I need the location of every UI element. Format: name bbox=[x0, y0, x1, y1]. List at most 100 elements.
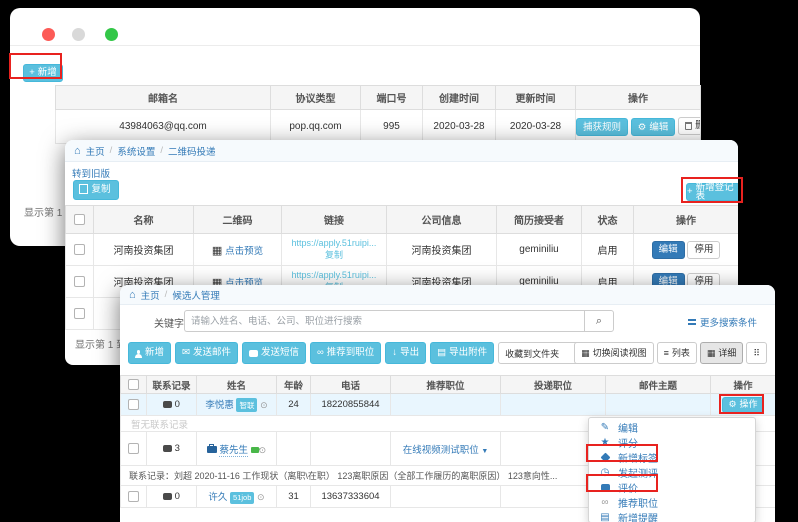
chat-bubble-icon bbox=[599, 484, 611, 491]
breadcrumb-home[interactable]: 主页 bbox=[86, 144, 105, 158]
select-all-checkbox[interactable] bbox=[128, 379, 139, 390]
created-cell: 2020-03-28 bbox=[423, 110, 496, 144]
more-search-conditions-link[interactable]: 更多搜索条件 bbox=[688, 315, 757, 329]
col-applied-job: 投递职位 bbox=[501, 376, 606, 394]
col-updated: 更新时间 bbox=[496, 86, 576, 110]
breadcrumb-system-settings[interactable]: 系统设置 bbox=[117, 144, 155, 158]
contact-count-cell[interactable]: 3 bbox=[147, 432, 197, 466]
menu-item-recommend-job[interactable]: ∞推荐职位 bbox=[589, 495, 755, 510]
add-candidate-button[interactable]: 新增 bbox=[128, 342, 171, 364]
col-created: 创建时间 bbox=[423, 86, 496, 110]
pencil-icon: ✎ bbox=[599, 422, 611, 433]
actions-cell: 捕获规则 ⚙编辑 删除 bbox=[576, 110, 701, 144]
search-button[interactable]: ⌕ bbox=[584, 310, 614, 332]
delete-mailbox-button[interactable]: 删除 bbox=[678, 117, 700, 135]
keyword-search-input[interactable] bbox=[184, 310, 584, 332]
chat-bubble-icon bbox=[163, 401, 172, 408]
menu-item-edit[interactable]: ✎编辑 bbox=[589, 420, 755, 435]
breadcrumb-candidates[interactable]: 候选人管理 bbox=[172, 288, 220, 302]
search-area: 关键字 ⌕ 更多搜索条件 bbox=[120, 307, 775, 337]
minimize-window-icon[interactable] bbox=[72, 28, 85, 41]
breadcrumb: ⌂ 主页 / 候选人管理 bbox=[120, 285, 775, 305]
candidate-toolbar: 新增 ✉发送邮件 发送短信 ∞推荐到职位 ↓导出 ▤导出附件 收藏到文件夹▼ bbox=[128, 342, 590, 364]
home-icon: ⌂ bbox=[129, 289, 136, 301]
menu-item-add-reminder[interactable]: ▤新增提醒 bbox=[589, 510, 755, 522]
add-mailbox-button[interactable]: + 新增 bbox=[23, 64, 63, 82]
person-icon bbox=[135, 354, 142, 358]
clock-icon: ◷ bbox=[599, 467, 611, 478]
send-email-button[interactable]: ✉发送邮件 bbox=[175, 342, 238, 364]
card-view-button[interactable]: ⠿ bbox=[746, 342, 767, 364]
name-cell: 蔡先生 ⊙ bbox=[197, 432, 277, 466]
old-version-link[interactable]: 转到旧版 bbox=[72, 166, 110, 180]
recommend-to-job-button[interactable]: ∞推荐到职位 bbox=[310, 342, 381, 364]
recommended-job-cell: 在线视频测试职位 ▼ bbox=[391, 432, 501, 466]
candidate-name-link[interactable]: 李悦惠 bbox=[205, 400, 234, 411]
menu-item-add-tag[interactable]: 新增标签 bbox=[589, 450, 755, 465]
list-view-button[interactable]: ≡列表 bbox=[657, 342, 697, 364]
row-checkbox[interactable] bbox=[74, 276, 85, 287]
protocol-cell: pop.qq.com bbox=[271, 110, 361, 144]
trash-icon bbox=[685, 122, 692, 130]
paperclip-icon: ∞ bbox=[317, 348, 324, 358]
select-all-cell bbox=[66, 206, 94, 234]
col-actions: 操作 bbox=[576, 86, 701, 110]
row-checkbox[interactable] bbox=[74, 244, 85, 255]
breadcrumb-qrcode-delivery[interactable]: 二维码投递 bbox=[168, 144, 216, 158]
edit-button[interactable]: 编辑 bbox=[652, 241, 685, 259]
search-icon: ⌕ bbox=[596, 315, 602, 328]
contact-count-cell[interactable]: 0 bbox=[147, 486, 197, 508]
edit-mailbox-button[interactable]: ⚙编辑 bbox=[631, 118, 676, 136]
qrcode-icon: ▦ bbox=[212, 245, 222, 257]
candidate-name-link[interactable]: 许久 bbox=[208, 492, 227, 503]
mailbox-table-header: 邮箱名 协议类型 端口号 创建时间 更新时间 操作 bbox=[56, 86, 701, 110]
name-cell: 河南投资集团 bbox=[94, 234, 194, 266]
preview-link[interactable]: 点击预览 bbox=[225, 246, 263, 257]
qrcode-cell: ▦ 点击预览 bbox=[194, 234, 282, 266]
row-checkbox[interactable] bbox=[128, 491, 139, 502]
company-cell: 河南投资集团 bbox=[387, 234, 497, 266]
video-icon[interactable] bbox=[251, 447, 259, 453]
eye-icon[interactable]: ⊙ bbox=[257, 492, 265, 502]
download-icon: ↓ bbox=[392, 348, 397, 358]
candidate-row: 0 李悦惠 智联 ⊙ 24 18220855844 ⚙操作 bbox=[121, 394, 776, 416]
copy-button[interactable]: 复制 bbox=[73, 180, 119, 200]
row-checkbox[interactable] bbox=[128, 443, 139, 454]
tag-icon bbox=[599, 454, 611, 461]
plus-icon: + bbox=[29, 68, 35, 78]
maximize-window-icon[interactable] bbox=[105, 28, 118, 41]
candidate-name-link[interactable]: 蔡先生 bbox=[219, 445, 248, 457]
export-attachments-button[interactable]: ▤导出附件 bbox=[430, 342, 494, 364]
envelope-icon: ✉ bbox=[182, 348, 190, 358]
col-status: 状态 bbox=[582, 206, 634, 234]
copy-link[interactable]: 复制 bbox=[325, 250, 343, 260]
menu-item-comment[interactable]: 评价 bbox=[589, 480, 755, 495]
select-all-checkbox[interactable] bbox=[74, 214, 85, 225]
actions-cell: 编辑 停用 bbox=[634, 234, 739, 266]
detail-view-button[interactable]: ▦详细 bbox=[700, 342, 744, 364]
close-window-icon[interactable] bbox=[42, 28, 55, 41]
export-button[interactable]: ↓导出 bbox=[385, 342, 426, 364]
row-action-button[interactable]: ⚙操作 bbox=[722, 397, 763, 413]
menu-item-score[interactable]: ★评分 bbox=[589, 435, 755, 450]
email-cell: 43984063@qq.com bbox=[56, 110, 271, 144]
dots-grid-icon: ⠿ bbox=[753, 349, 760, 358]
breadcrumb-home[interactable]: 主页 bbox=[141, 288, 160, 302]
briefcase-icon bbox=[207, 446, 217, 453]
capture-rule-button[interactable]: 捕获规则 bbox=[576, 118, 628, 136]
link-cell[interactable]: https://apply.51ruipi...复制 bbox=[282, 234, 387, 266]
switch-read-view-button[interactable]: ▦切换阅读视图 bbox=[574, 342, 654, 364]
document-icon: ▤ bbox=[437, 348, 446, 358]
row-checkbox[interactable] bbox=[128, 399, 139, 410]
name-cell: 李悦惠 智联 ⊙ bbox=[197, 394, 277, 416]
actions-cell: ⚙操作 bbox=[711, 394, 776, 416]
disable-button[interactable]: 停用 bbox=[687, 241, 720, 259]
contact-count-cell[interactable]: 0 bbox=[147, 394, 197, 416]
add-registration-form-button[interactable]: + 新增登记表 bbox=[686, 183, 738, 201]
send-sms-button[interactable]: 发送短信 bbox=[242, 342, 306, 364]
eye-icon[interactable]: ⊙ bbox=[260, 400, 268, 410]
menu-item-start-assessment[interactable]: ◷发起测评 bbox=[589, 465, 755, 480]
recommended-job-link[interactable]: 在线视频测试职位 ▼ bbox=[403, 445, 489, 456]
row-checkbox[interactable] bbox=[74, 308, 85, 319]
col-name: 名称 bbox=[94, 206, 194, 234]
